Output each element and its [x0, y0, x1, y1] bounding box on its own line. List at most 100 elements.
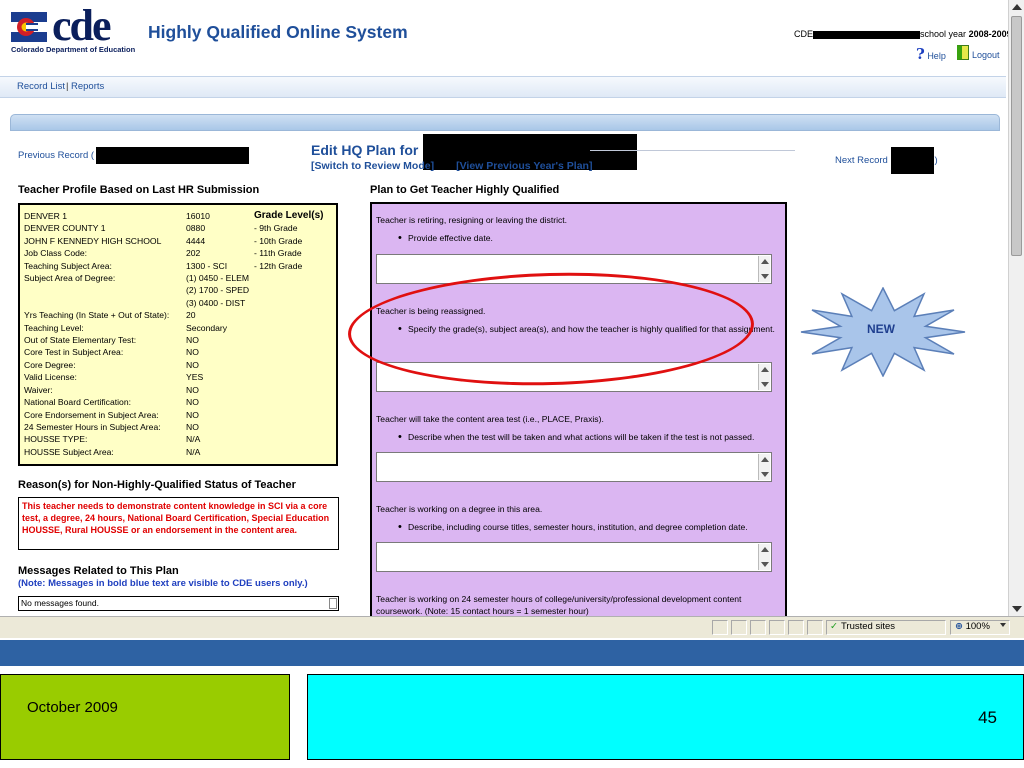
profile-row: Waiver: NO	[24, 384, 323, 396]
textarea-scrollbar[interactable]	[758, 544, 770, 570]
security-zone-label: Trusted sites	[840, 621, 895, 632]
profile-value: 0880	[186, 223, 206, 234]
profile-row: (3) 0400 - DIST	[24, 297, 323, 309]
redaction-bar	[891, 147, 935, 174]
next-record-close: )	[934, 155, 938, 167]
profile-row: Teaching Level: Secondary	[24, 322, 323, 334]
profile-value: N/A	[186, 434, 201, 445]
scroll-thumb[interactable]	[1011, 16, 1022, 256]
profile-label: Job Class Code:	[24, 248, 88, 259]
profile-grade	[254, 346, 323, 358]
plan-section-content-test: Teacher will take the content area test …	[376, 413, 776, 446]
browser-status-bar: ✓ Trusted sites ⊕ 100%	[0, 616, 1024, 638]
profile-label: DENVER 1	[24, 211, 67, 221]
new-badge-label: NEW	[867, 322, 895, 336]
profile-grade	[254, 359, 323, 371]
profile-grade	[254, 297, 323, 309]
profile-grade	[254, 446, 323, 458]
zoom-icon: ⊕	[955, 621, 963, 632]
logo-subtitle: Colorado Department of Education	[11, 45, 136, 54]
profile-grade	[254, 409, 323, 421]
logout-door-icon	[957, 45, 969, 60]
school-year-suffix: school year	[920, 29, 967, 39]
scroll-down-arrow-icon[interactable]	[1012, 606, 1022, 612]
profile-value: Secondary	[186, 322, 228, 333]
header-divider	[590, 150, 795, 151]
status-pane	[731, 620, 747, 635]
plan-section-intro: Teacher is working on a degree in this a…	[376, 504, 543, 514]
profile-grade	[254, 322, 323, 334]
profile-row: DENVER 1 16010 Grade Level(s)	[24, 210, 323, 222]
profile-value: N/A	[186, 446, 201, 457]
profile-value: YES	[186, 372, 204, 383]
profile-row: Yrs Teaching (In State + Out of State): 2…	[24, 309, 323, 321]
plan-section-semester-hours: Teacher is working on 24 semester hours …	[376, 593, 776, 616]
profile-row: HOUSSE Subject Area: N/A	[24, 446, 323, 458]
redaction-bar	[813, 30, 921, 39]
mode-links: [Switch to Review Mode] [View Previous Ye…	[311, 160, 592, 172]
profile-heading: Teacher Profile Based on Last HR Submiss…	[18, 184, 260, 196]
slide-date-box: October 2009	[0, 674, 290, 760]
security-zone[interactable]: ✓ Trusted sites	[830, 621, 895, 632]
profile-label: 24 Semester Hours in Subject Area:	[24, 421, 161, 432]
redaction-bar	[96, 147, 250, 164]
profile-grade: - 10th Grade	[254, 235, 303, 246]
slide-page-number: 45	[978, 708, 997, 727]
plan-section-degree: Teacher is working on a degree in this a…	[376, 503, 776, 536]
status-pane	[788, 620, 804, 635]
messages-empty-text: No messages found.	[21, 598, 99, 608]
scroll-up-arrow-icon[interactable]	[1012, 4, 1022, 10]
profile-row: JOHN F KENNEDY HIGH SCHOOL 4444 - 10th Gra…	[24, 235, 323, 247]
previous-record-link[interactable]: Previous Record (	[18, 147, 250, 164]
profile-grade: - 11th Grade	[254, 248, 302, 259]
profile-label: Out of State Elementary Test:	[24, 335, 137, 346]
textarea-scrollbar[interactable]	[758, 454, 770, 480]
zoom-level-label: 100%	[965, 621, 990, 632]
slide-date: October 2009	[27, 699, 118, 716]
profile-label: Teaching Level:	[24, 322, 84, 333]
profile-row: Job Class Code: 202 - 11th Grade	[24, 247, 323, 259]
profile-label: Waiver:	[24, 384, 53, 395]
zoom-control[interactable]: ⊕ 100%	[955, 621, 990, 632]
profile-row: (2) 1700 - SPED	[24, 284, 323, 296]
nav-bar: Record List | Reports	[0, 76, 1006, 98]
messages-list[interactable]: No messages found.	[18, 596, 339, 611]
logout-link[interactable]: Logout	[957, 45, 1000, 60]
plan-section-intro: Teacher is retiring, resigning or leavin…	[376, 215, 568, 225]
profile-label: Teaching Subject Area:	[24, 260, 112, 271]
help-link[interactable]: ? Help	[916, 45, 946, 63]
browser-vertical-scrollbar[interactable]	[1008, 0, 1024, 616]
logout-label: Logout	[972, 50, 1000, 60]
profile-value: 1300 - SCI	[186, 260, 228, 271]
switch-review-mode-link[interactable]: [Switch to Review Mode]	[311, 160, 434, 172]
messages-scrollbar[interactable]	[329, 598, 337, 609]
profile-label: Core Degree:	[24, 359, 76, 370]
app-title: Highly Qualified Online System	[148, 22, 408, 42]
nav-record-list-link[interactable]: Record List	[17, 81, 65, 92]
profile-grade	[254, 396, 323, 408]
profile-label: Subject Area of Degree:	[24, 273, 116, 284]
profile-row: DENVER COUNTY 1 0880 - 9th Grade	[24, 222, 323, 234]
plan-section-bullet: Describe, including course titles, semes…	[376, 519, 776, 536]
plan-textarea-content-test[interactable]	[376, 452, 772, 482]
profile-value: 4444	[186, 235, 206, 246]
next-record-link[interactable]: Next Record )	[835, 147, 938, 174]
profile-grade	[254, 309, 323, 321]
profile-row: Subject Area of Degree: (1) 0450 - ELEM	[24, 272, 323, 284]
nav-reports-link[interactable]: Reports	[71, 81, 104, 92]
view-previous-plan-link[interactable]: [View Previous Year's Plan]	[456, 160, 592, 172]
messages-note: (Note: Messages in bold blue text are vi…	[18, 578, 308, 589]
plan-section-bullet: Describe when the test will be taken and…	[376, 429, 776, 446]
profile-row: Core Degree: NO	[24, 359, 323, 371]
slide-footer-band	[0, 640, 1024, 666]
school-year-line: CDE school year 2008-2009.	[794, 29, 1008, 39]
profile-value: NO	[186, 421, 199, 432]
zoom-dropdown-icon[interactable]	[1000, 623, 1006, 627]
profile-value: NO	[186, 397, 199, 408]
grade-levels-heading: Grade Level(s)	[254, 210, 324, 221]
status-pane	[807, 620, 823, 635]
textarea-scrollbar[interactable]	[758, 364, 770, 390]
profile-value: 202	[186, 248, 201, 259]
plan-textarea-degree[interactable]	[376, 542, 772, 572]
textarea-scrollbar[interactable]	[758, 256, 770, 282]
